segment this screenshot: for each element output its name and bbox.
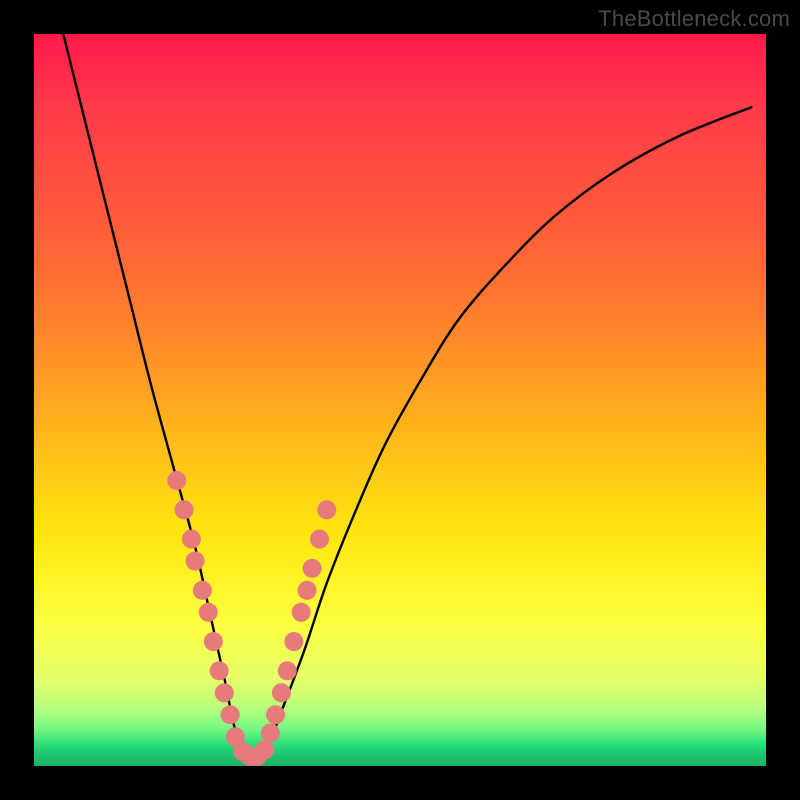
marker-dot — [175, 500, 194, 519]
marker-dot — [298, 581, 317, 600]
marker-dot — [210, 661, 229, 680]
marker-dot — [199, 603, 218, 622]
marker-dot — [186, 552, 205, 571]
marker-dot — [182, 530, 201, 549]
marker-dot — [284, 632, 303, 651]
curve-layer — [34, 34, 766, 766]
marker-dot — [303, 559, 322, 578]
marker-dot — [215, 683, 234, 702]
marker-dot — [261, 724, 280, 743]
marker-dot — [272, 683, 291, 702]
marker-dot — [193, 581, 212, 600]
bottleneck-curve — [63, 34, 751, 761]
marker-dot — [221, 705, 240, 724]
highlighted-points — [167, 471, 336, 766]
chart-frame: TheBottleneck.com — [0, 0, 800, 800]
marker-dot — [167, 471, 186, 490]
marker-dot — [266, 705, 285, 724]
marker-dot — [255, 740, 274, 759]
marker-dot — [278, 661, 297, 680]
watermark-text: TheBottleneck.com — [598, 6, 790, 32]
plot-area — [34, 34, 766, 766]
marker-dot — [292, 603, 311, 622]
marker-dot — [317, 500, 336, 519]
marker-dot — [204, 632, 223, 651]
marker-dot — [310, 530, 329, 549]
